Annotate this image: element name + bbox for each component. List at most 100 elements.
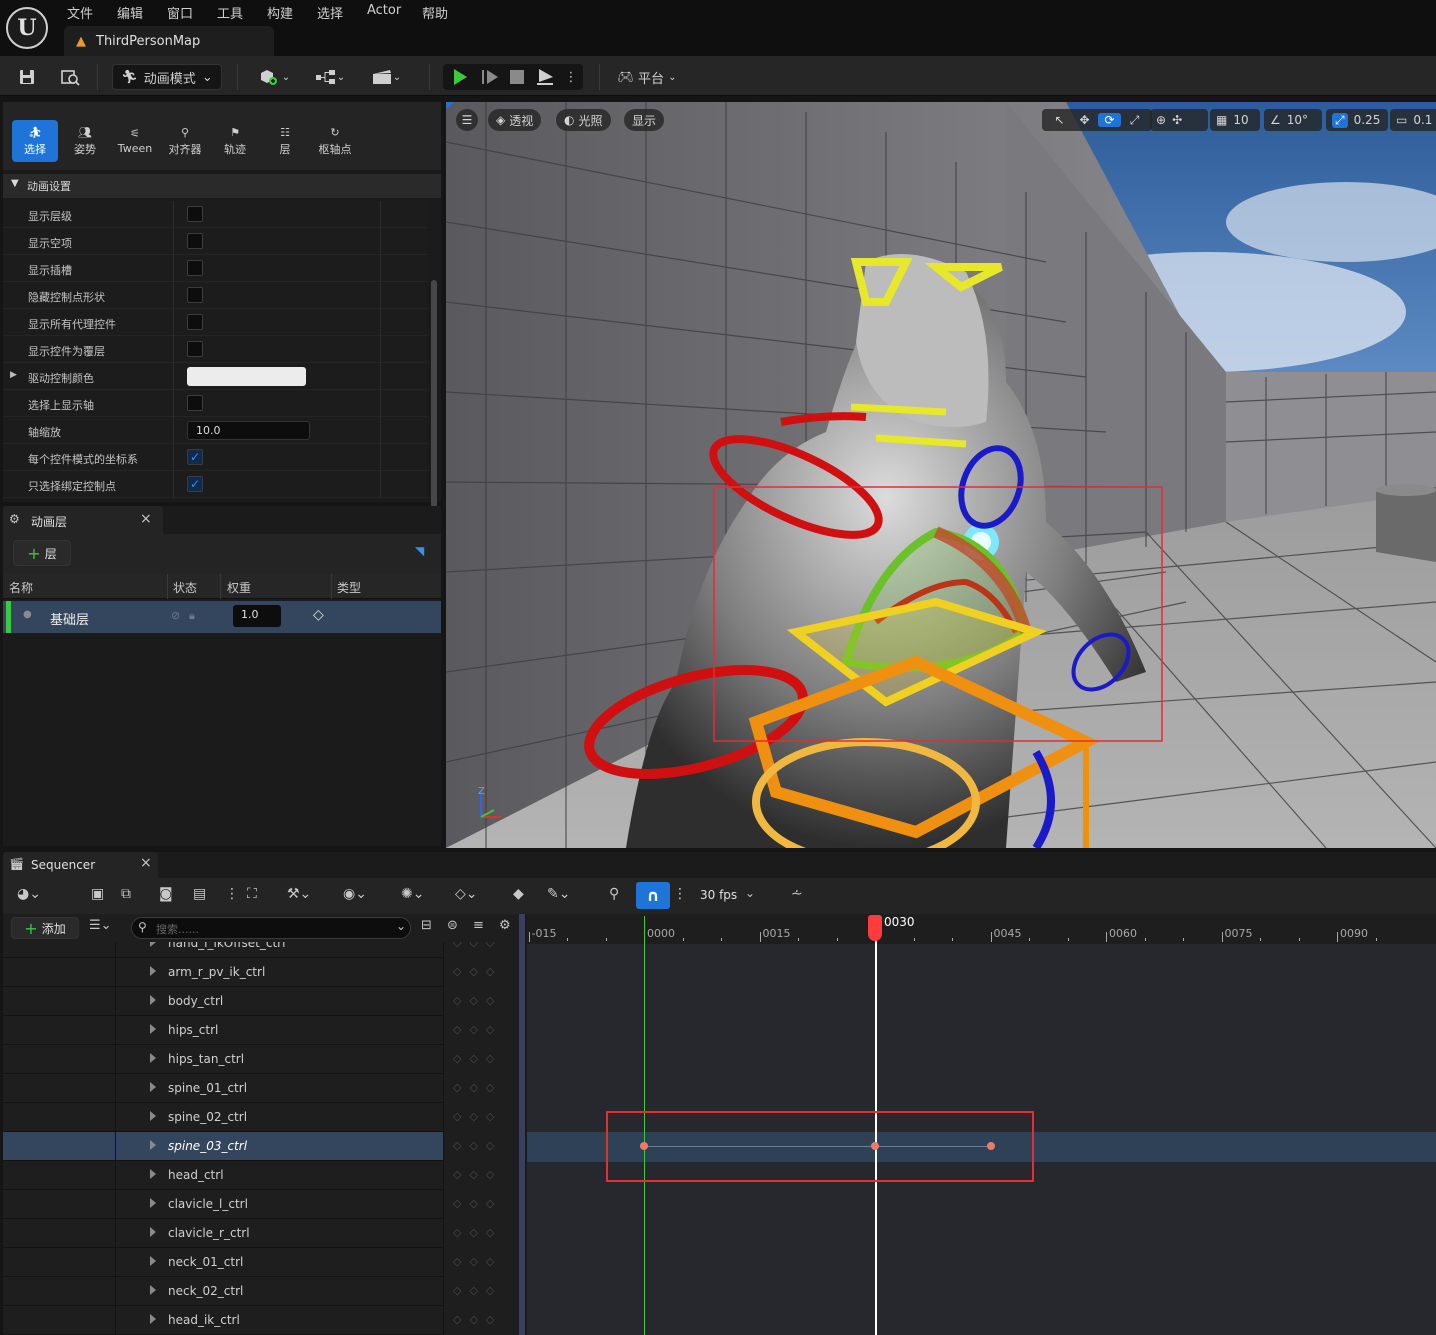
track-row[interactable]: hand_l_ikOffset_ctrl ◇◇◇ [3, 942, 494, 958]
key-all-icon[interactable]: ◆ [513, 886, 524, 902]
setting-checkbox[interactable]: ✓ [187, 476, 203, 492]
select-cursor-icon[interactable]: ↖ [1048, 113, 1071, 127]
expand-arrow-icon[interactable] [150, 1024, 156, 1034]
track-row[interactable]: head_ctrl ◇◇◇ [3, 1161, 494, 1190]
scale-icon[interactable]: ⤢ [1123, 113, 1146, 128]
browse-icon[interactable] [56, 64, 84, 90]
playhead-handle[interactable] [868, 915, 882, 941]
mode-layers[interactable]: ☷ 层 [262, 120, 308, 162]
sequencer-tab[interactable]: 🎬︎ Sequencer × [3, 852, 158, 878]
setting-checkbox[interactable]: ✓ [187, 449, 203, 465]
curve-editor-icon[interactable]: ⩪ [791, 886, 803, 902]
world-globe-icon[interactable]: ⊕ [1156, 113, 1166, 127]
mode-tween[interactable]: ⚟ Tween [112, 120, 158, 162]
world-icon[interactable]: ◕⌄ [17, 886, 41, 902]
mode-pose[interactable]: 👥︎ 姿势 [62, 120, 108, 162]
expand-icon[interactable]: ⊜ [447, 918, 458, 933]
viewport-menu-button[interactable]: ☰ [456, 109, 478, 131]
snap-magnet-icon[interactable]: ∩ [636, 882, 670, 909]
mode-select[interactable]: ⛹︎ 选择 [12, 120, 58, 162]
track-row[interactable]: neck_02_ctrl ◇◇◇ [3, 1277, 494, 1306]
key-nav-icons[interactable]: ◇◇◇ [453, 1168, 502, 1181]
expand-arrow-icon[interactable] [150, 1053, 156, 1063]
list-icon[interactable]: ≡ [473, 918, 484, 933]
eject-icon[interactable] [533, 64, 557, 90]
key-diamond-icon[interactable]: ◇⌄ [455, 886, 478, 902]
platform-dropdown[interactable]: 🎮︎ 平台 ⌄ [612, 64, 682, 90]
eye-icon[interactable]: ◉⌄ [343, 886, 367, 902]
chevron-down-icon[interactable]: ⌄ [745, 886, 755, 900]
wrench-icon[interactable]: ⚒⌄ [287, 886, 311, 902]
menu-file[interactable]: 文件 [67, 3, 93, 22]
expand-arrow-icon[interactable] [150, 1169, 156, 1179]
setting-checkbox[interactable] [187, 395, 203, 411]
key-diamond-icon[interactable]: ◇ [313, 607, 324, 623]
step-icon[interactable] [478, 64, 502, 90]
show-button[interactable]: 显示 [624, 109, 665, 131]
mode-dropdown[interactable]: 🏃︎ 动画模式 ⌄ [112, 64, 222, 90]
unreal-logo-icon[interactable]: U [6, 7, 48, 49]
menu-select[interactable]: 选择 [317, 3, 343, 22]
pen-icon[interactable]: ✎⌄ [547, 886, 570, 902]
collapse-icon[interactable]: ⊟ [421, 918, 432, 933]
timeline-area[interactable]: -015 0000 0015 0045 0060 0075 0090 0030 [527, 914, 1436, 1335]
setting-checkbox[interactable] [187, 341, 203, 357]
layer-options-icon[interactable]: ◥ [415, 544, 424, 558]
settings-gear-icon[interactable]: ⚙ [499, 918, 511, 933]
play-icon[interactable] [448, 64, 472, 90]
key-nav-icons[interactable]: ◇◇◇ [453, 1023, 502, 1036]
search-input[interactable]: ⚲ 搜索...... ⌄ [131, 917, 411, 939]
track-row[interactable]: spine_03_ctrl ◇◇◇ [3, 1132, 494, 1161]
track-row[interactable]: clavicle_l_ctrl ◇◇◇ [3, 1190, 494, 1219]
track-row[interactable]: spine_02_ctrl ◇◇◇ [3, 1103, 494, 1132]
anim-settings-header[interactable]: ▼ 动画设置 [3, 174, 441, 198]
expand-arrow-icon[interactable] [150, 1082, 156, 1092]
add-layer-button[interactable]: + 层 [13, 540, 71, 566]
marker-pin-icon[interactable]: ⚲ [609, 886, 619, 902]
expand-arrow-icon[interactable] [150, 1314, 156, 1324]
gear-icon[interactable]: ✺⌄ [401, 886, 424, 902]
mute-icon[interactable]: ⊘ [171, 609, 180, 622]
filter-icon[interactable]: ☰⌄ [89, 918, 112, 933]
expand-arrow-icon[interactable] [150, 1227, 156, 1237]
rotation-snap-button[interactable]: ∠ 10° [1264, 109, 1322, 131]
menu-edit[interactable]: 编辑 [117, 3, 143, 22]
expand-arrow-icon[interactable] [150, 1256, 156, 1266]
menu-tools[interactable]: 工具 [217, 3, 243, 22]
surface-snap-icon[interactable]: ✣ [1172, 113, 1182, 127]
expand-arrow-icon[interactable] [150, 942, 156, 947]
menu-window[interactable]: 窗口 [167, 3, 193, 22]
close-icon[interactable]: × [140, 511, 152, 527]
director-icon[interactable]: ⛶ [247, 886, 257, 902]
expand-arrow-icon[interactable] [150, 1140, 156, 1150]
close-icon[interactable]: × [140, 855, 152, 871]
add-actor-icon[interactable]: ⌄ [254, 64, 294, 90]
blueprint-icon[interactable]: ⌄ [310, 64, 350, 90]
track-list-splitter[interactable] [519, 914, 525, 1335]
rotate-icon[interactable]: ⟳ [1098, 113, 1121, 127]
setting-checkbox[interactable] [187, 287, 203, 303]
menu-build[interactable]: 构建 [267, 3, 293, 22]
cinematics-icon[interactable]: ⌄ [366, 64, 406, 90]
key-nav-icons[interactable]: ◇◇◇ [453, 1255, 502, 1268]
level-viewport[interactable]: Z ☰ ◈ 透视 ◐ 光照 显示 ↖ ✥ ⟳ ⤢ ⊕ ✣ ▦ 10 ∠ 10° ⤢ 0.2… [446, 102, 1436, 848]
save-as-icon[interactable]: ⧉ [121, 886, 131, 902]
track-row[interactable]: neck_01_ctrl ◇◇◇ [3, 1248, 494, 1277]
camera-icon[interactable]: ◙ [159, 886, 173, 902]
key-nav-icons[interactable]: ◇◇◇ [453, 1313, 502, 1326]
expand-arrow-icon[interactable]: ▶ [10, 370, 17, 380]
expand-arrow-icon[interactable] [150, 966, 156, 976]
key-nav-icons[interactable]: ◇◇◇ [453, 994, 502, 1007]
map-tab[interactable]: ▲ ThirdPersonMap [64, 26, 274, 56]
add-track-button[interactable]: + 添加 [11, 917, 79, 939]
mode-pivot[interactable]: ↻ 枢轴点 [312, 120, 358, 162]
more-options-icon[interactable]: ⋮ [225, 886, 239, 902]
track-row[interactable]: spine_01_ctrl ◇◇◇ [3, 1074, 494, 1103]
key-nav-icons[interactable]: ◇◇◇ [453, 1226, 502, 1239]
setting-checkbox[interactable] [187, 314, 203, 330]
track-row[interactable]: head_ik_ctrl ◇◇◇ [3, 1306, 494, 1335]
layer-weight-input[interactable]: 1.0 [233, 605, 281, 627]
key-nav-icons[interactable]: ◇◇◇ [453, 1284, 502, 1297]
color-swatch[interactable] [187, 367, 306, 386]
lit-button[interactable]: ◐ 光照 [556, 109, 611, 131]
